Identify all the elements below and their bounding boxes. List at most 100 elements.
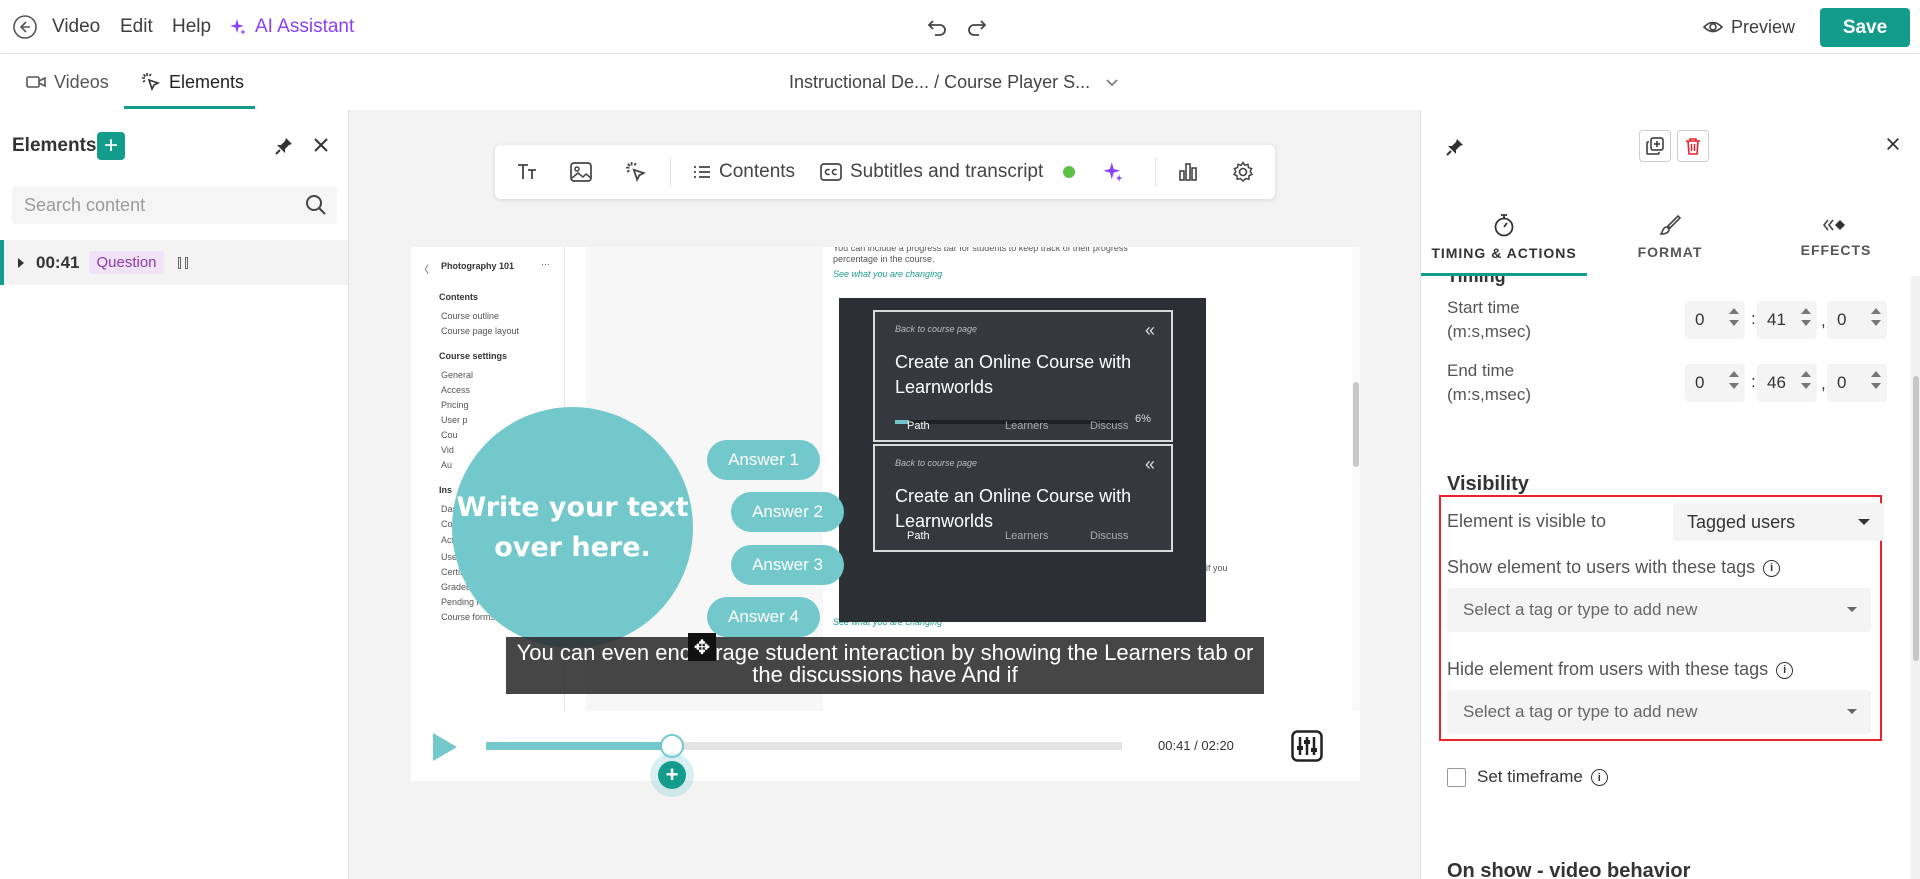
hide-tags-select[interactable]: Select a tag or type to add new — [1447, 690, 1871, 734]
seek-progress-fill — [486, 742, 672, 750]
dropdown-caret-icon — [1847, 607, 1857, 612]
bar-chart-icon — [1179, 163, 1197, 181]
course-player-mock: Back to course page « Create an Online C… — [839, 298, 1206, 622]
breadcrumb[interactable]: Instructional De... / Course Player S... — [789, 54, 1120, 110]
start-ms-value: 0 — [1837, 310, 1847, 329]
stepper-arrows[interactable] — [1729, 371, 1739, 389]
pause-icon — [177, 256, 188, 269]
question-text-shape[interactable]: Write your text over here. — [452, 407, 693, 648]
close-properties-button[interactable] — [1885, 136, 1901, 152]
answer-1-button[interactable]: Answer 1 — [707, 440, 820, 480]
video-scrollbar[interactable] — [1352, 247, 1360, 711]
close-panel-button[interactable] — [312, 136, 330, 154]
back-button[interactable] — [12, 0, 38, 54]
double-chevron-icon: « — [1144, 454, 1155, 474]
properties-scroll-thumb[interactable] — [1913, 376, 1919, 661]
video-scroll-thumb[interactable] — [1353, 382, 1359, 467]
settings-button[interactable] — [1232, 145, 1254, 199]
dropdown-caret-icon — [1858, 519, 1870, 525]
info-icon[interactable]: i — [1776, 661, 1794, 679]
tab-format[interactable]: FORMAT — [1587, 198, 1753, 276]
time-colon: : — [1751, 372, 1756, 391]
answer-3-button[interactable]: Answer 3 — [731, 545, 844, 585]
pin-properties-button[interactable] — [1445, 137, 1465, 157]
answer-2-button[interactable]: Answer 2 — [731, 492, 844, 532]
subtitles-status-dot — [1063, 166, 1076, 178]
add-interaction-button[interactable] — [625, 145, 647, 199]
seek-track[interactable] — [486, 742, 1122, 750]
end-ms-input[interactable]: 0 — [1827, 364, 1887, 402]
move-handle-icon[interactable]: ✥ — [688, 633, 716, 661]
video-sidebar-item: Pricing — [441, 400, 469, 410]
analytics-button[interactable] — [1178, 145, 1198, 199]
time-comma: , — [1821, 311, 1826, 330]
timing-heading: Timing — [1447, 276, 1506, 286]
search-icon[interactable] — [305, 194, 327, 216]
contents-button[interactable]: Contents — [693, 145, 795, 199]
card-title: Create an Online Course with Learnworlds — [895, 352, 1132, 397]
show-tags-select[interactable]: Select a tag or type to add new — [1447, 588, 1871, 632]
element-list-item[interactable]: 00:41 Question — [0, 240, 348, 285]
search-input[interactable] — [24, 186, 284, 224]
tab-elements[interactable]: Elements — [141, 54, 244, 110]
visible-to-select[interactable]: Tagged users — [1673, 503, 1884, 541]
duplicate-button[interactable] — [1639, 130, 1671, 162]
pin-panel-button[interactable] — [274, 136, 294, 156]
tab-effects[interactable]: EFFECTS — [1753, 198, 1919, 276]
sparkle-icon — [230, 19, 246, 35]
tab-timing-actions[interactable]: TIMING & ACTIONS — [1421, 198, 1587, 276]
delete-button[interactable] — [1677, 130, 1709, 162]
expand-caret-icon[interactable] — [18, 257, 24, 268]
trash-icon — [1686, 138, 1700, 155]
end-minutes-input[interactable]: 0 — [1685, 364, 1745, 402]
menu-edit[interactable]: Edit — [120, 0, 153, 54]
stepper-arrows[interactable] — [1801, 308, 1811, 326]
answer-4-button[interactable]: Answer 4 — [707, 597, 820, 637]
ai-assistant-label: AI Assistant — [255, 16, 355, 37]
stepper-arrows[interactable] — [1871, 308, 1881, 326]
preview-button[interactable]: Preview — [1703, 0, 1795, 54]
redo-button[interactable] — [966, 0, 988, 54]
play-icon[interactable] — [433, 733, 457, 761]
video-camera-icon — [26, 76, 46, 88]
tab-videos[interactable]: Videos — [26, 54, 109, 110]
video-settings-heading: Course settings — [439, 351, 508, 361]
show-tags-label: Show element to users with these tags i — [1447, 555, 1781, 579]
undo-button[interactable] — [926, 0, 948, 54]
stepper-arrows[interactable] — [1871, 371, 1881, 389]
start-time-unit: (m:s,msec) — [1447, 322, 1532, 341]
add-image-button[interactable] — [570, 145, 592, 199]
properties-scrollbar[interactable] — [1911, 276, 1920, 879]
start-seconds-input[interactable]: 41 — [1757, 301, 1817, 339]
video-frame[interactable]: 〈 Photography 101 ··· Contents Course ou… — [411, 247, 1360, 711]
info-icon[interactable]: i — [1590, 769, 1608, 787]
list-icon — [694, 166, 710, 178]
stepper-arrows[interactable] — [1801, 371, 1811, 389]
time-comma: , — [1821, 374, 1826, 393]
ai-tools-button[interactable] — [1102, 145, 1124, 199]
chevron-down-icon — [1106, 79, 1118, 87]
stepper-arrows[interactable] — [1729, 308, 1739, 326]
subtitles-button[interactable]: Subtitles and transcript — [820, 145, 1076, 199]
add-element-at-time-button[interactable]: + — [650, 753, 694, 797]
set-timeframe-checkbox[interactable] — [1447, 768, 1466, 787]
player-settings-button[interactable] — [1291, 730, 1323, 762]
card-tab-discuss: Discuss — [1090, 530, 1129, 542]
tab-videos-label: Videos — [54, 71, 109, 92]
add-text-button[interactable] — [516, 145, 540, 199]
menu-help[interactable]: Help — [172, 0, 211, 54]
info-icon[interactable]: i — [1763, 559, 1781, 577]
end-seconds-input[interactable]: 46 — [1757, 364, 1817, 402]
equalizer-icon — [1291, 730, 1323, 762]
card-tab-path: Path — [907, 530, 930, 542]
properties-panel: TIMING & ACTIONS FORMAT EFFECTS Timing S… — [1420, 110, 1920, 879]
add-element-button[interactable]: + — [97, 132, 125, 160]
ai-assistant-button[interactable]: AI Assistant — [229, 0, 354, 54]
save-button[interactable]: Save — [1820, 8, 1910, 47]
menu-video[interactable]: Video — [52, 0, 100, 54]
time-colon: : — [1751, 309, 1756, 328]
visible-to-value: Tagged users — [1687, 511, 1796, 532]
start-minutes-input[interactable]: 0 — [1685, 301, 1745, 339]
start-ms-input[interactable]: 0 — [1827, 301, 1887, 339]
back-circle-icon: 〈 — [419, 265, 429, 276]
